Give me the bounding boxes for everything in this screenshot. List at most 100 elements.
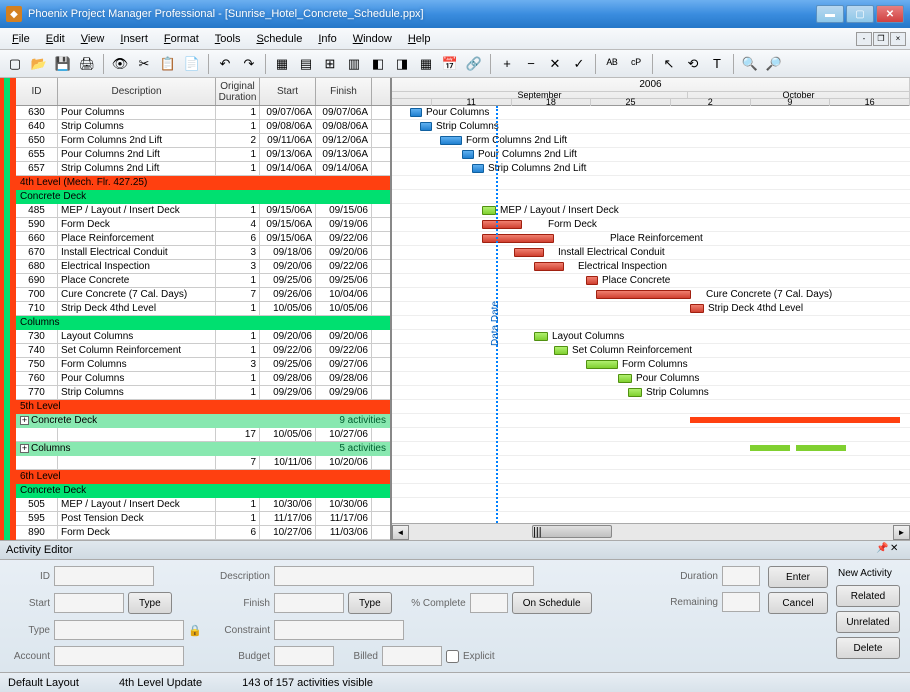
grid-task-row[interactable]: 657Strip Columns 2nd Lift109/14/06A09/14… bbox=[16, 162, 390, 176]
budget-input[interactable] bbox=[274, 646, 334, 666]
grid-task-row[interactable]: 740Set Column Reinforcement109/22/0609/2… bbox=[16, 344, 390, 358]
check-icon[interactable]: ✓ bbox=[568, 53, 590, 75]
print-icon[interactable]: 🖨 bbox=[76, 53, 98, 75]
grid-task-row[interactable]: 710Strip Deck 4thd Level110/05/0610/05/0… bbox=[16, 302, 390, 316]
finish-input[interactable] bbox=[274, 593, 344, 613]
abc-icon[interactable]: ᴬᴮ bbox=[601, 53, 623, 75]
gantt-bar[interactable] bbox=[472, 164, 484, 173]
grid-task-row[interactable]: 485MEP / Layout / Insert Deck109/15/06A0… bbox=[16, 204, 390, 218]
open-icon[interactable]: 📂 bbox=[28, 53, 50, 75]
id-input[interactable] bbox=[54, 566, 154, 586]
gantt-bar[interactable] bbox=[482, 206, 496, 215]
grid-task-row[interactable]: 890Form Deck610/27/0611/03/06 bbox=[16, 526, 390, 540]
gantt-bar[interactable] bbox=[586, 360, 618, 369]
cancel-button[interactable]: Cancel bbox=[768, 592, 828, 614]
redo-icon[interactable]: ↷ bbox=[238, 53, 260, 75]
plus-icon[interactable]: + bbox=[496, 53, 518, 75]
table-icon[interactable]: ▦ bbox=[271, 53, 293, 75]
menu-file[interactable]: File bbox=[4, 31, 38, 47]
grid-task-row[interactable]: 505MEP / Layout / Insert Deck110/30/0610… bbox=[16, 498, 390, 512]
grid-task-row[interactable]: 595Post Tension Deck111/17/0611/17/06 bbox=[16, 512, 390, 526]
gantt-bar[interactable] bbox=[586, 276, 598, 285]
gantt-bar[interactable] bbox=[482, 220, 522, 229]
column-header-duration[interactable]: OriginalDuration bbox=[216, 78, 260, 105]
mdi-restore-button[interactable]: ❐ bbox=[873, 32, 889, 46]
grid-task-row[interactable]: 590Form Deck409/15/06A09/19/06 bbox=[16, 218, 390, 232]
grid-task-row[interactable]: 640Strip Columns109/08/06A09/08/06A bbox=[16, 120, 390, 134]
unrelated-button[interactable]: Unrelated bbox=[836, 611, 900, 633]
gantt-horizontal-scrollbar[interactable]: ◄ ||| ► bbox=[392, 523, 910, 540]
grid-group-header[interactable]: 6th Level bbox=[16, 470, 390, 484]
print-preview-icon[interactable]: 👁 bbox=[109, 53, 131, 75]
grid-task-row[interactable]: 730Layout Columns109/20/0609/20/06 bbox=[16, 330, 390, 344]
minus-icon[interactable]: − bbox=[520, 53, 542, 75]
scroll-thumb[interactable]: ||| bbox=[532, 525, 612, 538]
wbs-icon[interactable]: ▥ bbox=[343, 53, 365, 75]
minimize-button[interactable]: ▬ bbox=[816, 5, 844, 23]
finish-type-button[interactable]: Type bbox=[348, 592, 392, 614]
column-header-description[interactable]: Description bbox=[58, 78, 216, 105]
date-icon[interactable]: 📅 bbox=[439, 53, 461, 75]
cut-icon[interactable]: ✂ bbox=[133, 53, 155, 75]
expand-icon[interactable]: + bbox=[20, 416, 29, 425]
copy-icon[interactable]: 📋 bbox=[157, 53, 179, 75]
explicit-checkbox[interactable] bbox=[446, 650, 459, 663]
gantt-summary-bar[interactable] bbox=[750, 445, 790, 451]
link-icon[interactable]: 🔗 bbox=[463, 53, 485, 75]
expand-icon[interactable]: + bbox=[20, 444, 29, 453]
enter-button[interactable]: Enter bbox=[768, 566, 828, 588]
editor-close-button[interactable]: ✕ bbox=[890, 543, 904, 557]
description-input[interactable] bbox=[274, 566, 534, 586]
select-icon[interactable]: ↖ bbox=[658, 53, 680, 75]
close-button[interactable]: ✕ bbox=[876, 5, 904, 23]
remaining-input[interactable] bbox=[722, 592, 760, 612]
type-input[interactable] bbox=[54, 620, 184, 640]
gantt-bar[interactable] bbox=[410, 108, 422, 117]
start-input[interactable] bbox=[54, 593, 124, 613]
gantt-bar[interactable] bbox=[534, 262, 564, 271]
gantt-bar[interactable] bbox=[596, 290, 691, 299]
gantt-bar[interactable] bbox=[690, 304, 704, 313]
grid-body[interactable]: 630Pour Columns109/07/06A09/07/06A640Str… bbox=[16, 106, 390, 540]
menu-tools[interactable]: Tools bbox=[207, 31, 249, 47]
column-header-finish[interactable]: Finish bbox=[316, 78, 372, 105]
scroll-left-button[interactable]: ◄ bbox=[392, 525, 409, 540]
column-header-start[interactable]: Start bbox=[260, 78, 316, 105]
grid-group-header[interactable]: 4th Level (Mech. Flr. 427.25) bbox=[16, 176, 390, 190]
grid-subgroup-header[interactable]: Columns bbox=[16, 316, 390, 330]
menu-view[interactable]: View bbox=[73, 31, 113, 47]
menu-format[interactable]: Format bbox=[156, 31, 207, 47]
grid-summary-row[interactable]: +Concrete Deck9 activities bbox=[16, 414, 390, 428]
grid-task-row[interactable]: 690Place Concrete109/25/0609/25/06 bbox=[16, 274, 390, 288]
account-input[interactable] bbox=[54, 646, 184, 666]
pin-icon[interactable]: 📌 bbox=[876, 543, 890, 557]
menu-info[interactable]: Info bbox=[310, 31, 344, 47]
gantt-chart-body[interactable]: Data Date Pour ColumnsStrip ColumnsForm … bbox=[392, 106, 910, 523]
new-icon[interactable]: ▢ bbox=[4, 53, 26, 75]
grid-task-row[interactable]: 700Cure Concrete (7 Cal. Days)709/26/061… bbox=[16, 288, 390, 302]
gantt-summary-bar[interactable] bbox=[690, 417, 900, 423]
percent-complete-input[interactable] bbox=[470, 593, 508, 613]
grid-task-row[interactable]: 680Electrical Inspection309/20/0609/22/0… bbox=[16, 260, 390, 274]
gantt-bar[interactable] bbox=[628, 388, 642, 397]
duration-input[interactable] bbox=[722, 566, 760, 586]
gantt-icon[interactable]: ▤ bbox=[295, 53, 317, 75]
save-icon[interactable]: 💾 bbox=[52, 53, 74, 75]
network-icon[interactable]: ⊞ bbox=[319, 53, 341, 75]
x-icon[interactable]: ✕ bbox=[544, 53, 566, 75]
maximize-button[interactable]: ▢ bbox=[846, 5, 874, 23]
menu-window[interactable]: Window bbox=[345, 31, 400, 47]
billed-input[interactable] bbox=[382, 646, 442, 666]
column-header-id[interactable]: ID bbox=[16, 78, 58, 105]
gantt-bar[interactable] bbox=[618, 374, 632, 383]
mdi-minimize-button[interactable]: - bbox=[856, 32, 872, 46]
link-tool-icon[interactable]: ⟲ bbox=[682, 53, 704, 75]
gantt-bar[interactable] bbox=[554, 346, 568, 355]
grid-task-row[interactable]: 770Strip Columns109/29/0609/29/06 bbox=[16, 386, 390, 400]
cpm-icon[interactable]: ᶜᴾ bbox=[625, 53, 647, 75]
grid-task-row[interactable]: 750Form Columns309/25/0609/27/06 bbox=[16, 358, 390, 372]
grid-task-row[interactable]: 630Pour Columns109/07/06A09/07/06A bbox=[16, 106, 390, 120]
gantt-bar[interactable] bbox=[420, 122, 432, 131]
scroll-right-button[interactable]: ► bbox=[893, 525, 910, 540]
menu-schedule[interactable]: Schedule bbox=[248, 31, 310, 47]
